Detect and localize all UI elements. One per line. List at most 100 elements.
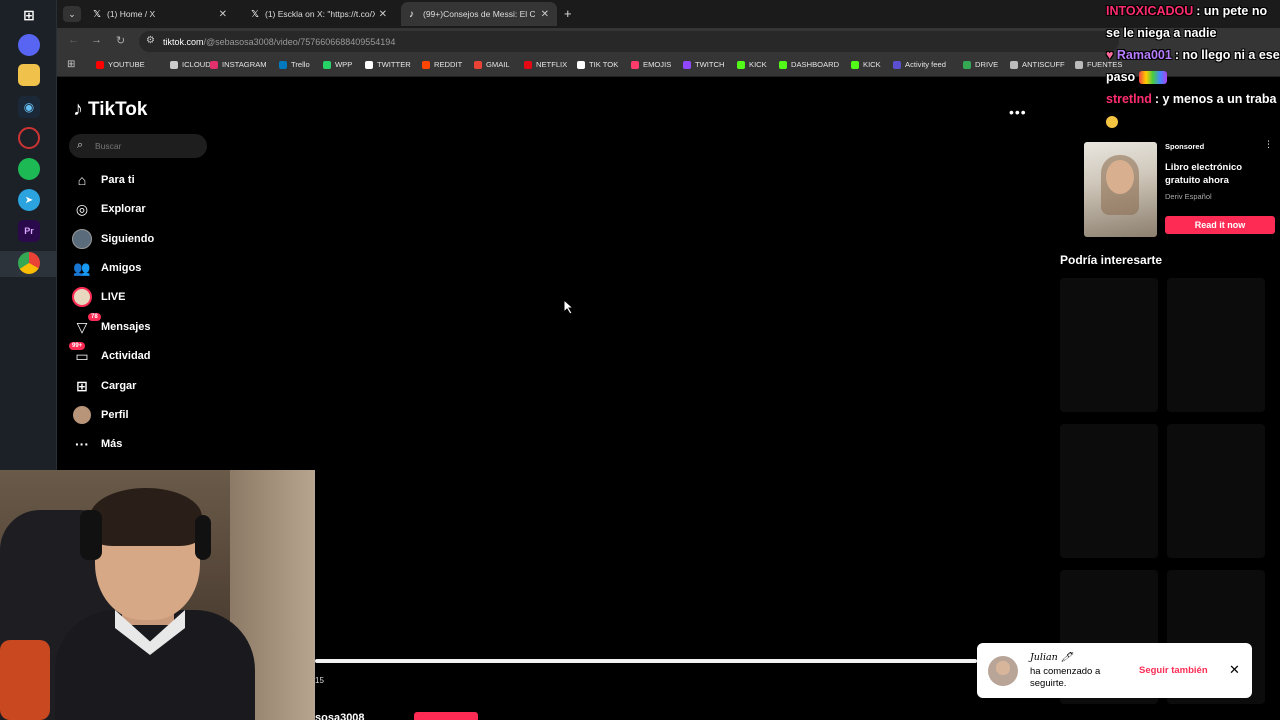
tab-title: (1) Esckla on X: "https://t.co/X8	[265, 9, 375, 19]
bookmark-emojis[interactable]: EMOJIS	[631, 60, 671, 69]
suggested-video-card[interactable]	[1167, 278, 1265, 412]
address-bar[interactable]: ⚙ tiktok.com/@sebasosa3008/video/7576606…	[139, 31, 1119, 52]
nav-label: Explorar	[101, 203, 146, 215]
bookmark-label: TWITCH	[695, 60, 725, 69]
bookmark-activity-feed[interactable]: Activity feed	[893, 60, 946, 69]
bookmark-antiscuff[interactable]: ANTISCUFF	[1010, 60, 1065, 69]
emote-icon	[1106, 115, 1118, 128]
follower-name: Julian 🖊	[1030, 652, 1073, 663]
bookmark-label: GMAIL	[486, 60, 510, 69]
chat-username: Rama001	[1116, 48, 1172, 62]
search-input[interactable]: ⌕ Buscar	[69, 134, 207, 158]
windows-start-icon[interactable]: ⊞	[18, 4, 40, 26]
bookmark-favicon-icon	[737, 60, 745, 69]
tab-search-chevron-icon[interactable]: ⌄	[63, 6, 81, 22]
nav-item-actividad[interactable]: ▭ 99+ Actividad	[69, 342, 151, 367]
bookmark-label: WPP	[335, 60, 353, 69]
nav-item-perfil[interactable]: Perfil	[71, 404, 129, 426]
tab-tiktok-active[interactable]: ♪ (99+)Consejos de Messi: El Cran ✕	[401, 2, 557, 26]
inbox-icon: ▭ 99+	[69, 342, 93, 366]
bookmark-label: KICK	[863, 60, 881, 69]
bookmark-favicon-icon	[279, 60, 287, 69]
nav-item-siguiendo[interactable]: Siguiendo	[71, 228, 154, 250]
chat-app-icon[interactable]	[18, 34, 40, 56]
tab-close-icon[interactable]: ✕	[541, 9, 549, 20]
ad-title: Libro electrónico gratuito ahora	[1165, 162, 1243, 186]
follow-button[interactable]	[414, 712, 478, 720]
tab-home-x[interactable]: 𝕏 (1) Home / X ✕	[85, 2, 235, 26]
close-icon[interactable]: ✕	[1229, 662, 1240, 678]
bookmark-label: DRIVE	[975, 60, 999, 69]
more-icon: ···	[75, 436, 89, 452]
bookmark-gmail[interactable]: GMAIL	[474, 60, 510, 69]
search-placeholder: Buscar	[95, 141, 122, 151]
spotify-icon[interactable]	[18, 158, 40, 180]
suggested-video-card[interactable]	[1060, 424, 1158, 558]
premiere-icon[interactable]: Pr	[18, 220, 40, 242]
bookmark-twitter[interactable]: TWITTER	[365, 60, 411, 69]
clock-app-icon[interactable]	[18, 127, 40, 149]
bookmark-dashboard[interactable]: DASHBOARD	[779, 60, 839, 69]
folder-icon[interactable]	[18, 64, 40, 86]
tab-esckla-x[interactable]: 𝕏 (1) Esckla on X: "https://t.co/X8 ✕	[243, 2, 395, 26]
x-icon: 𝕏	[93, 8, 102, 20]
new-tab-button[interactable]: +	[564, 6, 572, 21]
bookmark-wpp[interactable]: WPP	[323, 60, 352, 69]
bookmark-favicon-icon	[1010, 60, 1018, 69]
chat-message: ♥ Rama001: no llego ni a ese paso	[1106, 48, 1280, 85]
bookmark-instagram[interactable]: INSTAGRAM	[210, 60, 267, 69]
nav-item-para-ti[interactable]: ⌂ Para ti	[71, 169, 135, 191]
suggested-video-card[interactable]	[1060, 278, 1158, 412]
reload-icon[interactable]: ↻	[116, 34, 125, 47]
forward-arrow-icon[interactable]: →	[91, 34, 102, 46]
nav-item-live[interactable]: LIVE	[71, 286, 125, 308]
nav-item-amigos[interactable]: 👥 Amigos	[71, 257, 141, 279]
bookmark-label: INSTAGRAM	[222, 60, 267, 69]
read-it-now-button[interactable]: Read it now	[1165, 216, 1275, 234]
ad-thumbnail[interactable]	[1084, 142, 1157, 237]
chrome-icon[interactable]	[18, 252, 40, 274]
nav-label: Actividad	[101, 350, 151, 362]
telegram-icon[interactable]: ➤	[18, 189, 40, 211]
tab-close-icon[interactable]: ✕	[219, 9, 227, 20]
bookmark-favicon-icon	[365, 60, 373, 69]
nav-item-mensajes[interactable]: ▽ 78 Mensajes	[71, 313, 151, 338]
bookmark-tik-tok[interactable]: TIK TOK	[577, 60, 618, 69]
bookmark-kick[interactable]: KICK	[851, 60, 881, 69]
bookmark-label: YOUTUBE	[108, 60, 145, 69]
bookmark-netflix[interactable]: NETFLIX	[524, 60, 567, 69]
video-progress-bar[interactable]	[315, 659, 977, 663]
bookmark-favicon-icon	[577, 60, 585, 69]
apps-grid-icon[interactable]: ⊞	[67, 59, 75, 70]
sponsored-ad-card[interactable]: Sponsored ⋮ Libro electrónico gratuito a…	[1060, 139, 1275, 240]
messages-badge: 78	[88, 313, 101, 321]
steam-icon[interactable]: ◉	[18, 96, 40, 118]
video-author[interactable]: sosa3008	[315, 712, 365, 720]
nav-item-explorar[interactable]: ◎ Explorar	[71, 198, 146, 220]
chat-username: stretlnd	[1106, 92, 1152, 106]
nav-item-cargar[interactable]: ⊞ Cargar	[71, 375, 136, 397]
bookmark-label: REDDIT	[434, 60, 463, 69]
browser-toolbar: ← → ↻ ⚙ tiktok.com/@sebasosa3008/video/7…	[57, 28, 1280, 55]
tiktok-logo[interactable]: ♪ TikTok	[73, 98, 147, 121]
bookmark-reddit[interactable]: REDDIT	[422, 60, 462, 69]
suggested-video-card[interactable]	[1167, 424, 1265, 558]
bookmark-twitch[interactable]: TWITCH	[683, 60, 725, 69]
site-info-icon[interactable]: ⚙	[146, 35, 155, 46]
tab-close-icon[interactable]: ✕	[379, 9, 387, 20]
live-avatar-icon	[71, 287, 93, 307]
bookmark-label: DASHBOARD	[791, 60, 840, 69]
bookmark-drive[interactable]: DRIVE	[963, 60, 998, 69]
bookmark-trello[interactable]: Trello	[279, 60, 310, 69]
ad-more-icon[interactable]: ⋮	[1264, 139, 1273, 150]
follow-back-button[interactable]: Seguir también	[1139, 665, 1208, 676]
bookmark-kick[interactable]: KICK	[737, 60, 767, 69]
nav-label: LIVE	[101, 291, 126, 303]
bookmark-favicon-icon	[210, 60, 218, 69]
bookmark-youtube[interactable]: YOUTUBE	[96, 60, 145, 69]
nav-item-mas[interactable]: ··· Más	[71, 433, 122, 455]
nav-label: Amigos	[101, 262, 142, 274]
back-arrow-icon[interactable]: ←	[68, 34, 79, 46]
bookmark-icloud[interactable]: ICLOUD	[170, 60, 211, 69]
more-options-icon[interactable]: •••	[1009, 104, 1027, 120]
